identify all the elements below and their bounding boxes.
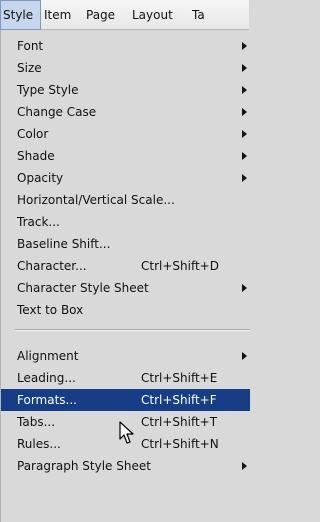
menu-item-label: Baseline Shift... (17, 237, 111, 251)
submenu-arrow-icon (242, 284, 247, 292)
shortcut-label: Ctrl+Shift+E (141, 371, 218, 385)
menu-item-label: Alignment (17, 349, 79, 363)
menu-item-track[interactable]: Track... (1, 211, 250, 233)
menu-item-baseline-shift[interactable]: Baseline Shift... (1, 233, 250, 255)
menu-item-label: Size (17, 61, 42, 75)
menu-item[interactable]: Item (44, 0, 80, 30)
menu-item-label: Formats... (17, 393, 77, 407)
menu-layout[interactable]: Layout (132, 0, 182, 30)
menu-table[interactable]: Ta (192, 0, 249, 30)
menu-item-label: Text to Box (17, 303, 84, 317)
menu-item-character-style-sheet[interactable]: Character Style Sheet (1, 277, 250, 299)
menu-item-type-style[interactable]: Type Style (1, 79, 250, 101)
shortcut-label: Ctrl+Shift+D (141, 259, 219, 273)
menu-item-label: Color (17, 127, 49, 141)
menu-item-shade[interactable]: Shade (1, 145, 250, 167)
shortcut-label: Ctrl+Shift+T (141, 415, 218, 429)
menu-item-label: Item (44, 8, 72, 22)
submenu-arrow-icon (242, 86, 247, 94)
menu-item-label: Leading... (17, 371, 76, 385)
menu-table-label: Ta (192, 8, 205, 22)
shortcut-label: Ctrl+Shift+F (141, 393, 217, 407)
menu-item-label: Track... (17, 215, 60, 229)
menu-bar: Style Item Page Layout Ta (0, 0, 249, 30)
arrow-cursor-icon (119, 421, 134, 444)
shortcut-label: Ctrl+Shift+N (141, 437, 219, 451)
menu-item-label: Shade (17, 149, 55, 163)
menu-item-label: Change Case (17, 105, 97, 119)
menu-page-label: Page (86, 8, 116, 22)
menu-item-label: Character Style Sheet (17, 281, 149, 295)
menu-item-label: Paragraph Style Sheet (17, 459, 151, 473)
menu-item-color[interactable]: Color (1, 123, 250, 145)
menu-item-size[interactable]: Size (1, 57, 250, 79)
submenu-arrow-icon (242, 462, 247, 470)
menu-style-label: Style (3, 8, 34, 22)
submenu-arrow-icon (242, 152, 247, 160)
menu-item-label: Horizontal/Vertical Scale... (17, 193, 175, 207)
menu-item-label: Rules... (17, 437, 61, 451)
style-menu: Font Size Type Style Change Case Color S… (0, 30, 250, 522)
menu-item-text-to-box[interactable]: Text to Box (1, 299, 250, 321)
submenu-arrow-icon (242, 130, 247, 138)
menu-style[interactable]: Style (0, 0, 41, 30)
submenu-arrow-icon (242, 108, 247, 116)
submenu-arrow-icon (242, 352, 247, 360)
menu-layout-label: Layout (132, 8, 173, 22)
menu-item-label: Tabs... (17, 415, 56, 429)
menu-page[interactable]: Page (86, 0, 124, 30)
menu-item-label: Character... (17, 259, 87, 273)
menu-item-horizontal-vertical-scale[interactable]: Horizontal/Vertical Scale... (1, 189, 250, 211)
menu-item-label: Opacity (17, 171, 64, 185)
menu-item-character[interactable]: Character... Ctrl+Shift+D (1, 255, 250, 277)
menu-item-label: Type Style (17, 83, 79, 97)
submenu-arrow-icon (242, 174, 247, 182)
submenu-arrow-icon (242, 64, 247, 72)
menu-item-label: Font (17, 39, 44, 53)
submenu-arrow-icon (242, 42, 247, 50)
menu-item-paragraph-style-sheet[interactable]: Paragraph Style Sheet (1, 455, 250, 477)
menu-separator (15, 329, 250, 331)
menu-item-leading[interactable]: Leading... Ctrl+Shift+E (1, 367, 250, 389)
menu-item-alignment[interactable]: Alignment (1, 345, 250, 367)
menu-item-formats[interactable]: Formats... Ctrl+Shift+F (1, 389, 250, 411)
menu-item-font[interactable]: Font (1, 35, 250, 57)
menu-item-opacity[interactable]: Opacity (1, 167, 250, 189)
menu-item-change-case[interactable]: Change Case (1, 101, 250, 123)
